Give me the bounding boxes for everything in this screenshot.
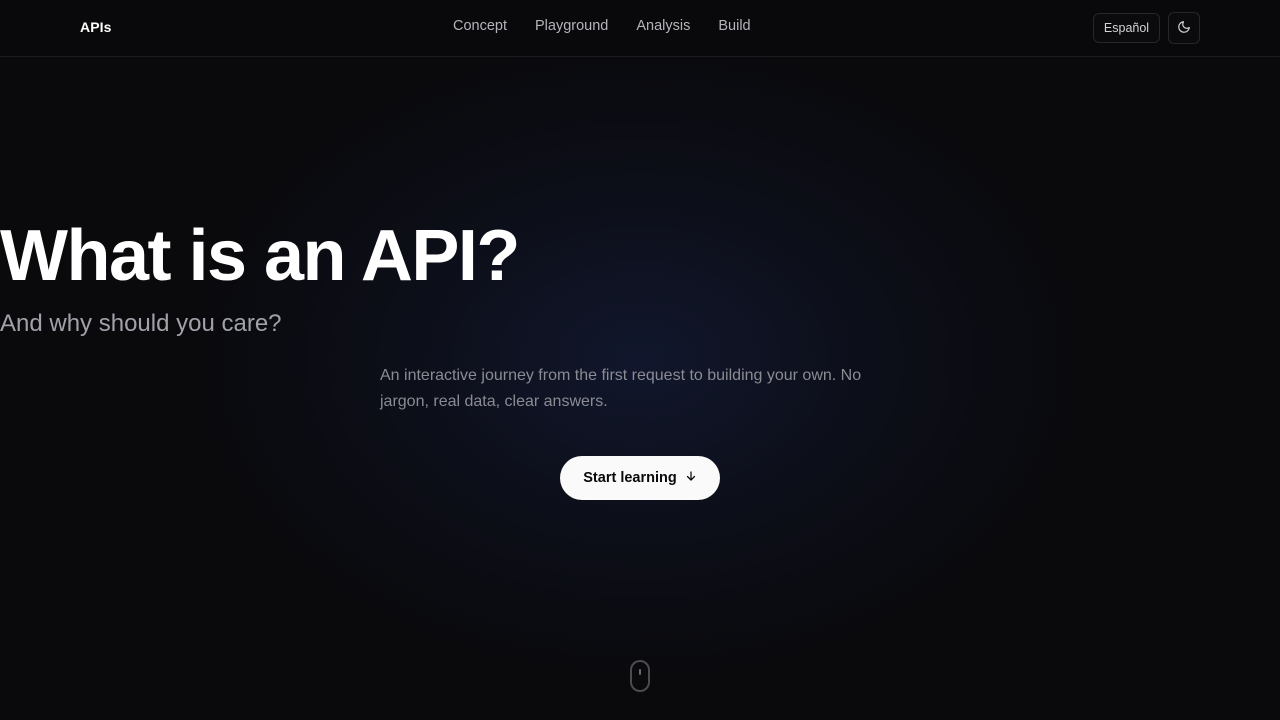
start-learning-label: Start learning — [583, 470, 677, 486]
theme-toggle-button[interactable] — [1168, 12, 1200, 44]
language-toggle-button[interactable]: Español — [1093, 13, 1160, 43]
hero-title: What is an API? — [0, 216, 520, 296]
page: APIs Concept Playground Analysis Build E… — [0, 0, 1280, 720]
brand-logo[interactable]: APIs — [80, 19, 112, 35]
mouse-wheel — [639, 669, 641, 675]
nav-item-concept[interactable]: Concept — [453, 18, 507, 34]
hero-subtitle: And why should you care? — [0, 310, 282, 337]
nav-item-playground[interactable]: Playground — [535, 18, 608, 34]
start-learning-button[interactable]: Start learning — [560, 456, 720, 500]
nav-item-analysis[interactable]: Analysis — [636, 18, 690, 34]
main-nav: Concept Playground Analysis Build — [453, 18, 751, 34]
hero-description: An interactive journey from the first re… — [380, 367, 862, 410]
moon-icon — [1177, 20, 1191, 37]
arrow-down-icon — [685, 470, 697, 486]
background-glow — [190, 40, 1090, 680]
nav-item-build[interactable]: Build — [718, 18, 750, 34]
mouse-scroll-icon[interactable] — [630, 660, 650, 692]
top-nav-bar: APIs Concept Playground Analysis Build E… — [0, 0, 1280, 57]
